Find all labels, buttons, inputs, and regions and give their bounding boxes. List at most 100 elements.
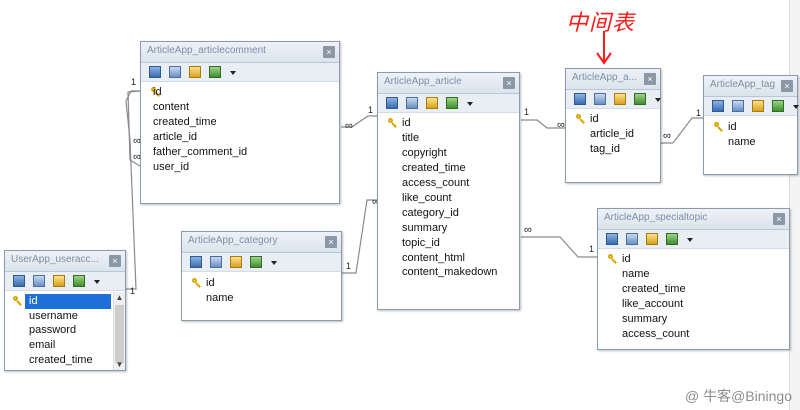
edit-column-icon[interactable] bbox=[626, 233, 638, 245]
relation-line[interactable] bbox=[521, 119, 565, 129]
refresh-icon[interactable] bbox=[209, 66, 221, 78]
table-column[interactable]: name bbox=[704, 135, 797, 150]
relation-line[interactable] bbox=[127, 90, 141, 167]
close-icon[interactable]: × bbox=[644, 73, 656, 85]
close-icon[interactable]: × bbox=[323, 46, 335, 58]
chevron-down-icon[interactable] bbox=[230, 71, 236, 75]
relation-line[interactable] bbox=[342, 199, 377, 274]
edit-column-icon[interactable] bbox=[594, 93, 606, 105]
relation-line[interactable] bbox=[125, 90, 140, 290]
table-column[interactable]: id bbox=[182, 276, 341, 291]
add-column-icon[interactable] bbox=[13, 275, 25, 287]
table-column[interactable]: copyright bbox=[378, 146, 519, 161]
table-articlecomment[interactable]: ArticleApp_articlecomment × id content creat… bbox=[140, 41, 340, 204]
close-icon[interactable]: × bbox=[503, 77, 515, 89]
key-icon[interactable] bbox=[426, 97, 438, 109]
add-column-icon[interactable] bbox=[712, 100, 724, 112]
table-column[interactable]: content bbox=[141, 100, 339, 115]
edit-column-icon[interactable] bbox=[732, 100, 744, 112]
table-column[interactable]: content_html bbox=[378, 251, 519, 266]
key-icon[interactable] bbox=[230, 256, 242, 268]
relation-line[interactable] bbox=[341, 115, 377, 128]
chevron-down-icon[interactable] bbox=[793, 105, 799, 109]
chevron-down-icon[interactable] bbox=[94, 280, 100, 284]
scrollbar-thumb[interactable] bbox=[115, 305, 124, 363]
table-article_tag[interactable]: ArticleApp_a... × id article_id tag_id bbox=[565, 68, 661, 183]
column-list-scrollbar[interactable]: ▲ ▼ bbox=[113, 292, 125, 370]
table-column[interactable]: like_account bbox=[598, 297, 789, 312]
chevron-down-icon[interactable]: ▼ bbox=[114, 359, 125, 370]
refresh-icon[interactable] bbox=[446, 97, 458, 109]
table-column[interactable]: created_time bbox=[378, 161, 519, 176]
table-article[interactable]: ArticleApp_article × id title copyright creat… bbox=[377, 72, 520, 310]
close-icon[interactable]: × bbox=[781, 80, 793, 92]
table-column[interactable]: access_count bbox=[598, 327, 789, 342]
table-column[interactable]: id bbox=[378, 116, 519, 131]
column-name: password bbox=[29, 324, 77, 336]
table-column[interactable]: id bbox=[566, 112, 660, 127]
key-icon[interactable] bbox=[752, 100, 764, 112]
table-column[interactable]: name bbox=[182, 291, 341, 306]
table-column[interactable]: article_id bbox=[141, 130, 339, 145]
table-specialtopic[interactable]: ArticleApp_specialtopic × id name created_ti… bbox=[597, 208, 790, 350]
key-icon[interactable] bbox=[189, 66, 201, 78]
edit-column-icon[interactable] bbox=[210, 256, 222, 268]
table-category[interactable]: ArticleApp_category × id name bbox=[181, 231, 342, 321]
edit-column-icon[interactable] bbox=[169, 66, 181, 78]
table-column[interactable]: email bbox=[5, 338, 125, 353]
table-column[interactable]: created_time bbox=[598, 282, 789, 297]
chevron-down-icon[interactable] bbox=[271, 261, 277, 265]
table-column[interactable]: id bbox=[13, 294, 111, 309]
vertical-scrollbar[interactable] bbox=[789, 0, 800, 410]
edit-column-icon[interactable] bbox=[33, 275, 45, 287]
close-icon[interactable]: × bbox=[325, 236, 337, 248]
table-column[interactable]: category_id bbox=[378, 206, 519, 221]
add-column-icon[interactable] bbox=[606, 233, 618, 245]
table-column[interactable]: access_count bbox=[378, 176, 519, 191]
table-useraccount[interactable]: UserApp_useracc... × id username password ema… bbox=[4, 250, 126, 371]
table-column[interactable]: username bbox=[5, 309, 125, 324]
relation-line[interactable] bbox=[521, 236, 597, 258]
refresh-icon[interactable] bbox=[666, 233, 678, 245]
table-column[interactable]: title bbox=[378, 131, 519, 146]
chevron-down-icon[interactable] bbox=[655, 98, 661, 102]
table-column[interactable]: created_time bbox=[5, 353, 125, 368]
table-column[interactable]: summary bbox=[598, 312, 789, 327]
table-column[interactable]: like_count bbox=[378, 191, 519, 206]
table-column[interactable]: created_time bbox=[141, 115, 339, 130]
close-icon[interactable]: × bbox=[773, 213, 785, 225]
add-column-icon[interactable] bbox=[190, 256, 202, 268]
edit-column-icon[interactable] bbox=[406, 97, 418, 109]
chevron-down-icon[interactable] bbox=[467, 102, 473, 106]
close-icon[interactable]: × bbox=[109, 255, 121, 267]
table-column[interactable]: name bbox=[598, 267, 789, 282]
add-column-icon[interactable] bbox=[574, 93, 586, 105]
table-column[interactable]: user_id bbox=[141, 160, 339, 175]
primary-key-icon bbox=[192, 278, 202, 288]
refresh-icon[interactable] bbox=[250, 256, 262, 268]
table-column[interactable]: tag_id bbox=[566, 142, 660, 157]
key-icon[interactable] bbox=[53, 275, 65, 287]
table-column[interactable]: father_comment_id bbox=[141, 145, 339, 160]
key-icon[interactable] bbox=[646, 233, 658, 245]
table-column[interactable]: id bbox=[141, 85, 339, 100]
table-column[interactable]: article_id bbox=[566, 127, 660, 142]
table-column[interactable]: summary bbox=[378, 221, 519, 236]
add-column-icon[interactable] bbox=[149, 66, 161, 78]
table-column[interactable]: content_makedown bbox=[378, 265, 519, 280]
cardinality-label: ∞ bbox=[524, 224, 532, 236]
table-column[interactable]: password bbox=[5, 323, 125, 338]
key-icon[interactable] bbox=[614, 93, 626, 105]
chevron-down-icon[interactable] bbox=[687, 238, 693, 242]
table-column[interactable]: id bbox=[598, 252, 789, 267]
table-tag[interactable]: ArticleApp_tag × id name bbox=[703, 75, 799, 175]
table-title: ArticleApp_a... bbox=[572, 72, 638, 83]
relation-line[interactable] bbox=[661, 117, 703, 144]
refresh-icon[interactable] bbox=[73, 275, 85, 287]
table-column[interactable]: id bbox=[704, 120, 797, 135]
table-column[interactable]: topic_id bbox=[378, 236, 519, 251]
add-column-icon[interactable] bbox=[386, 97, 398, 109]
refresh-icon[interactable] bbox=[634, 93, 646, 105]
refresh-icon[interactable] bbox=[772, 100, 784, 112]
chevron-up-icon[interactable]: ▲ bbox=[114, 292, 125, 303]
